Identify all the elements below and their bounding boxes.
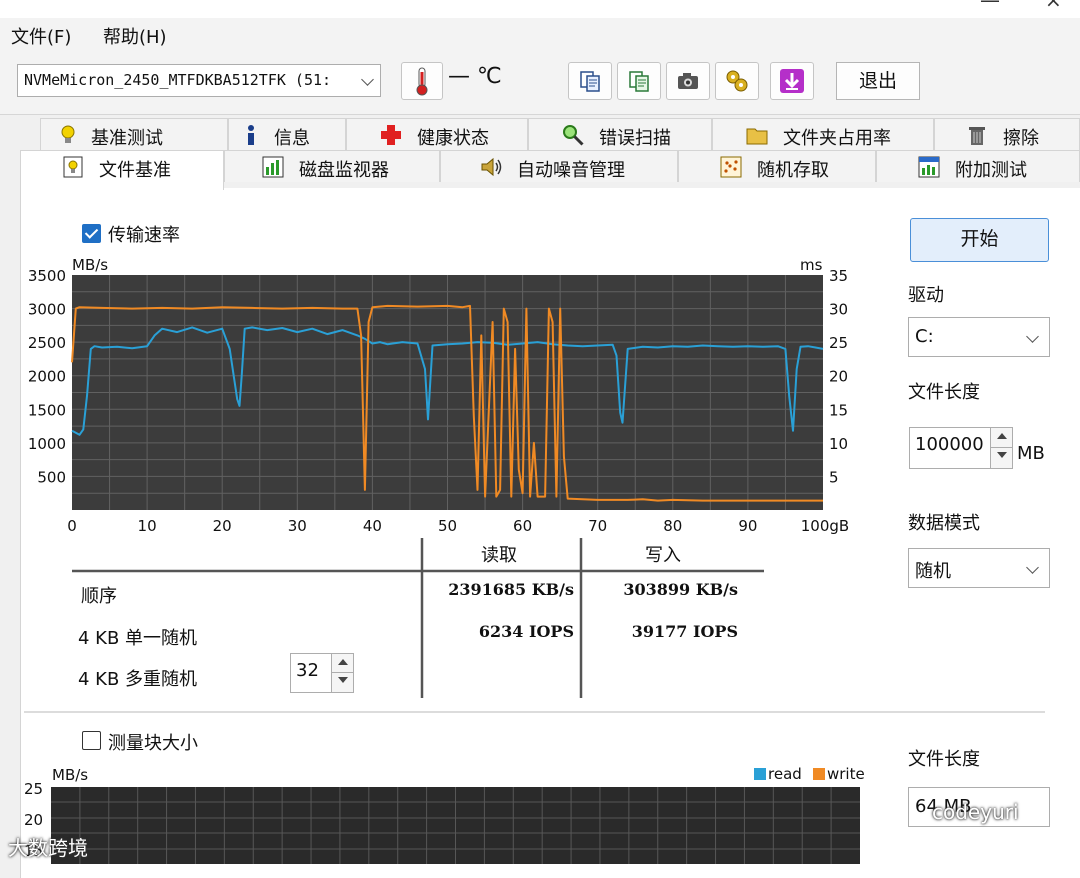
watermark-right: codeyuri xyxy=(932,800,1019,824)
legend-write-swatch xyxy=(813,768,825,780)
legend-read: read xyxy=(768,765,802,783)
watermark-left: 大数跨境 xyxy=(8,836,88,860)
legend-read-swatch xyxy=(754,768,766,780)
legend-write: write xyxy=(827,765,865,783)
block-size-chart xyxy=(51,768,860,864)
tab-file-benchmark[interactable]: 文件基准 xyxy=(20,150,224,190)
lightbulb-page-icon xyxy=(63,156,83,178)
